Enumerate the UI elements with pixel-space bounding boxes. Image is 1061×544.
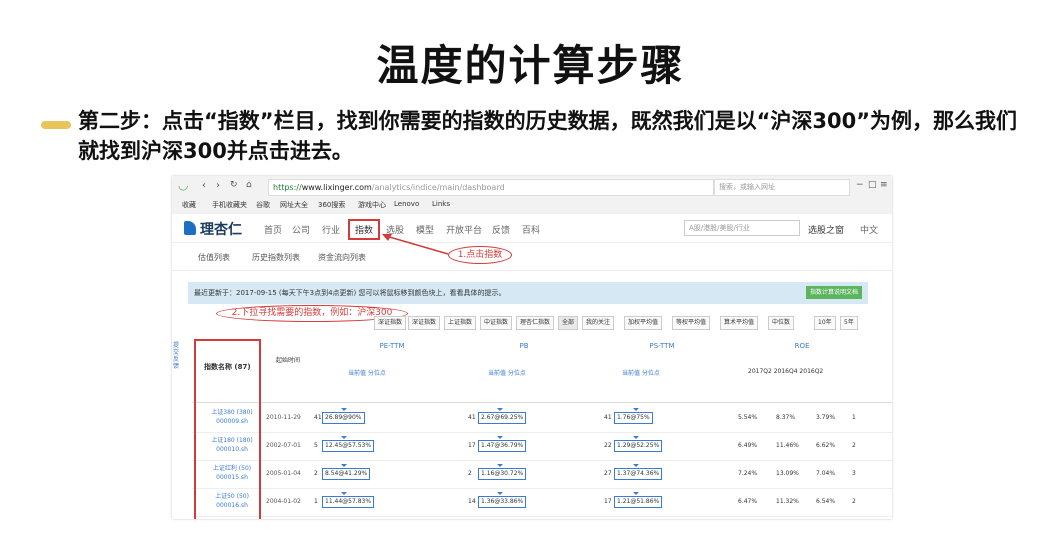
- roe-value: 3: [852, 470, 856, 477]
- table-row[interactable]: 上证50 (50) 000016.sh 2004-01-02 1 11.44@57…: [192, 488, 892, 517]
- filter-button-all[interactable]: 全部: [558, 316, 579, 330]
- side-feedback-tab[interactable]: 提交反馈: [172, 342, 180, 370]
- col-start-date[interactable]: 起始时间: [276, 356, 302, 365]
- pe-rank: 1: [314, 498, 318, 505]
- group-ps-ttm[interactable]: PS-TTM: [602, 342, 722, 350]
- update-info-text: 最近更新于：2017-09-15 (每天下午3点到4点更新) 您可以将鼠标移到颜…: [194, 289, 506, 297]
- pb-value[interactable]: 2.67@69.25%: [478, 408, 527, 424]
- step-description: 第二步：点击“指数”栏目，找到你需要的指数的历史数据，既然我们是以“沪深300”…: [78, 109, 1018, 163]
- roe-value: 11.46%: [776, 442, 799, 449]
- pe-subheader[interactable]: 当前值 分位点: [348, 368, 386, 377]
- period-button[interactable]: 5年: [840, 316, 858, 330]
- start-date: 2005-01-04: [266, 470, 301, 477]
- pe-value[interactable]: 8.54@41.29%: [322, 464, 371, 480]
- table-row[interactable]: 上证380 (380) 000009.sh 2010-11-29 41 26.89…: [192, 404, 892, 433]
- pb-subheader[interactable]: 当前值 分位点: [488, 368, 526, 377]
- start-date: 2002-07-01: [266, 442, 301, 449]
- roe-value: 1: [852, 414, 856, 421]
- roe-value: 6.62%: [816, 442, 836, 449]
- roe-value: 7.04%: [816, 470, 836, 477]
- start-date: 2004-01-02: [266, 498, 301, 505]
- pe-rank: 41: [314, 414, 322, 421]
- pb-rank: 17: [468, 442, 476, 449]
- roe-value: 7.24%: [738, 470, 758, 477]
- metric-button[interactable]: 加权平均值: [624, 316, 663, 330]
- roe-value: 5.54%: [738, 414, 758, 421]
- ps-subheader[interactable]: 当前值 分位点: [622, 368, 660, 377]
- table-row[interactable]: 上证红利 (50) 000015.sh 2005-01-04 2 8.54@41.…: [192, 460, 892, 489]
- pb-value[interactable]: 1.36@33.86%: [478, 492, 527, 508]
- pe-value[interactable]: 12.45@57.53%: [322, 436, 375, 452]
- bullet-marker: [41, 121, 71, 129]
- group-pe-ttm[interactable]: PE-TTM: [332, 342, 452, 350]
- roe-value: 11.32%: [776, 498, 799, 505]
- pb-value[interactable]: 1.47@36.79%: [478, 436, 527, 452]
- subtab-bar: 估值列表 历史指数列表 资金流向列表: [172, 242, 892, 271]
- pb-rank: 14: [468, 498, 476, 505]
- group-roe[interactable]: ROE: [752, 342, 852, 350]
- pb-rank: 41: [468, 414, 476, 421]
- tab-fund-flow-list[interactable]: 资金流向列表: [318, 252, 366, 263]
- roe-value: 2: [852, 498, 856, 505]
- tab-history-list[interactable]: 历史指数列表: [252, 252, 300, 263]
- metric-button[interactable]: 等权平均值: [672, 316, 711, 330]
- pe-value[interactable]: 11.44@57.83%: [322, 492, 375, 508]
- pe-rank: 2: [314, 470, 318, 477]
- filter-button[interactable]: 中证指数: [480, 316, 513, 330]
- pe-value[interactable]: 26.89@90%: [322, 408, 365, 424]
- highlight-index-column: [194, 339, 261, 519]
- update-info-bar: 最近更新于：2017-09-15 (每天下午3点到4点更新) 您可以将鼠标移到颜…: [188, 282, 868, 304]
- start-date: 2010-11-29: [266, 414, 301, 421]
- pe-rank: 5: [314, 442, 318, 449]
- roe-value: 6.54%: [816, 498, 836, 505]
- filter-button[interactable]: 深证指数: [374, 316, 407, 330]
- table-row[interactable]: 上证180 (180) 000010.sh 2002-07-01 5 12.45@…: [192, 432, 892, 461]
- ps-rank: 41: [604, 414, 612, 421]
- filter-button[interactable]: 理杏仁指数: [516, 316, 555, 330]
- browser-screenshot: ◡ ‹ › ↻ ⌂ https://www.lixinger.com/analy…: [172, 176, 892, 519]
- ps-value[interactable]: 1.21@51.86%: [614, 492, 663, 508]
- metric-button[interactable]: 中位数: [768, 316, 795, 330]
- roe-value: 3.79%: [816, 414, 836, 421]
- ps-rank: 17: [604, 498, 612, 505]
- pb-value[interactable]: 1.16@30.72%: [478, 464, 527, 480]
- roe-value: 13.09%: [776, 470, 799, 477]
- ps-rank: 22: [604, 442, 612, 449]
- metric-button[interactable]: 算术平均值: [720, 316, 759, 330]
- ps-value[interactable]: 1.76@75%: [614, 408, 653, 424]
- period-button[interactable]: 10年: [814, 316, 836, 330]
- tab-valuation-list[interactable]: 估值列表: [198, 252, 230, 263]
- roe-subheader[interactable]: 2017Q2 2016Q4 2016Q2: [748, 368, 828, 375]
- roe-value: 6.49%: [738, 442, 758, 449]
- pb-rank: 2: [468, 470, 472, 477]
- filter-button[interactable]: 上证指数: [444, 316, 477, 330]
- filter-button[interactable]: 我的关注: [582, 316, 615, 330]
- roe-value: 6.47%: [738, 498, 758, 505]
- ps-value[interactable]: 1.37@74.36%: [614, 464, 663, 480]
- table-header: 指数名称 (87) 起始时间 PE-TTM PB PS-TTM ROE 当前值 …: [192, 336, 892, 403]
- roe-value: 8.37%: [776, 414, 796, 421]
- ps-value[interactable]: 1.29@52.25%: [614, 436, 663, 452]
- roe-value: 2: [852, 442, 856, 449]
- doc-button[interactable]: 指数计算说明文档: [805, 286, 862, 299]
- ps-rank: 27: [604, 470, 612, 477]
- filter-bar: 深证指数 深证指数 上证指数 中证指数 理杏仁指数 全部 我的关注 加权平均值 …: [172, 316, 892, 330]
- group-pb[interactable]: PB: [474, 342, 574, 350]
- filter-button[interactable]: 深证指数: [408, 316, 441, 330]
- slide-title: 温度的计算步骤: [376, 41, 685, 90]
